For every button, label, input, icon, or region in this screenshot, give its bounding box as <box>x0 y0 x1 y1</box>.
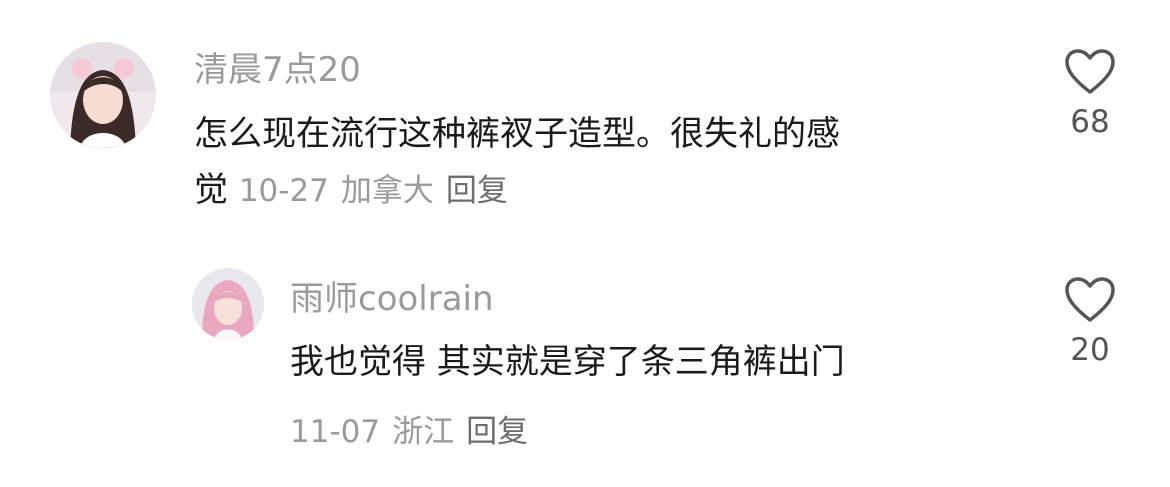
comment-1-like-count: 68 <box>1070 104 1110 140</box>
comment-1-date: 10-27 <box>238 173 329 209</box>
comment-2-location: 浙江 <box>392 414 455 450</box>
comment-2-reply-button[interactable]: 回复 <box>466 414 528 450</box>
comment-2-text: 我也觉得 其实就是穿了条三角裤出门 <box>290 342 845 382</box>
comment-2-avatar[interactable] <box>192 268 264 340</box>
comment-1-text-line2: 觉 10-27 加拿大 回复 <box>194 162 1014 219</box>
comment-2-date: 11-07 <box>290 414 381 450</box>
comment-2-like-count: 20 <box>1070 332 1110 368</box>
comment-2-username[interactable]: 雨师coolrain <box>290 279 494 319</box>
comment-1-text-continuation: 觉 <box>194 170 228 210</box>
heart-outline-icon[interactable] <box>1063 276 1117 324</box>
comment-1-location: 加拿大 <box>340 173 434 209</box>
comment-1-text: 怎么现在流行这种裤衩子造型。很失礼的感 觉 10-27 加拿大 回复 <box>194 106 1014 219</box>
comment-2-like[interactable]: 20 <box>1060 276 1120 370</box>
comment-1-reply-button[interactable]: 回复 <box>446 173 508 209</box>
comment-1-like[interactable]: 68 <box>1060 48 1120 142</box>
comment-2-meta: 11-07 浙江 回复 <box>290 410 540 454</box>
comment-1-meta: 10-27 加拿大 回复 <box>239 173 520 209</box>
heart-outline-icon[interactable] <box>1063 48 1117 96</box>
comment-1-avatar[interactable] <box>50 42 156 148</box>
comment-1-text-line1: 怎么现在流行这种裤衩子造型。很失礼的感 <box>194 114 840 154</box>
comment-1-username[interactable]: 清晨7点20 <box>194 50 361 90</box>
